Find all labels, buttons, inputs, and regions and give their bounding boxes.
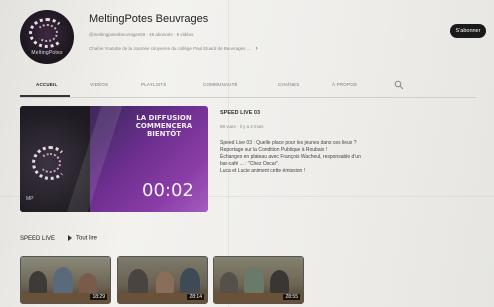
thumb-person bbox=[156, 271, 174, 295]
description-line: Reportage sur la Condition Publique à Ro… bbox=[220, 147, 328, 153]
channel-description-text: Chaîne Youtube de la Journée citoyenne d… bbox=[89, 46, 251, 51]
logo-swirl-inner bbox=[36, 24, 58, 42]
featured-video-stats: 89 vues · il y a 2 mois bbox=[220, 124, 264, 129]
thumb-person bbox=[220, 272, 238, 295]
video-thumbnail[interactable]: 18:29 bbox=[20, 256, 111, 304]
thumb-person bbox=[29, 271, 47, 295]
play-all-button[interactable]: Tout lire bbox=[68, 235, 97, 242]
play-all-label: Tout lire bbox=[76, 235, 98, 242]
channel-meta: @meltingpotesbeuvrages59 · 49 abonnés · … bbox=[89, 32, 194, 37]
tab-chaines[interactable]: CHAÎNES bbox=[278, 82, 299, 87]
description-line: Luca et Lucie animent cette émission ! bbox=[220, 168, 306, 174]
description-line: Speed Live 03 : Quelle place pour les je… bbox=[220, 140, 357, 146]
thumb-person bbox=[270, 270, 289, 295]
thumb-person bbox=[53, 267, 73, 295]
search-icon[interactable] bbox=[394, 80, 404, 90]
channel-name: MeltingPotes Beuvrages bbox=[89, 13, 209, 25]
featured-video-description: Speed Live 03 : Quelle place pour les je… bbox=[220, 140, 410, 175]
tab-a-propos[interactable]: À PROPOS bbox=[332, 82, 357, 87]
featured-video-thumbnail[interactable]: MP LA DIFFUSION COMMENCERA BIENTÔT 00:02 bbox=[20, 106, 208, 212]
video-thumbnail[interactable]: 28:14 bbox=[117, 256, 208, 304]
tab-videos[interactable]: VIDÉOS bbox=[90, 82, 108, 87]
tabs-divider bbox=[20, 97, 476, 98]
thumb-brand: MP bbox=[26, 196, 34, 202]
thumb-person bbox=[79, 273, 97, 295]
section-title[interactable]: SPEED LIVE bbox=[20, 236, 55, 242]
video-duration: 28:14 bbox=[187, 294, 204, 300]
subscribe-button[interactable]: S'abonner bbox=[450, 24, 486, 38]
tab-playlists[interactable]: PLAYLISTS bbox=[141, 82, 166, 87]
thumb-timer: 00:02 bbox=[142, 180, 194, 201]
featured-video-title[interactable]: SPEED LIVE 03 bbox=[220, 110, 260, 116]
thumb-person bbox=[244, 267, 264, 295]
description-line: bar-café ... : "Chez Oscar". bbox=[220, 161, 280, 167]
video-duration: 28:55 bbox=[283, 294, 300, 300]
channel-description[interactable]: Chaîne Youtube de la Journée citoyenne d… bbox=[89, 46, 258, 52]
avatar-brand-text: MeltingPotes bbox=[31, 50, 63, 56]
thumb-headline: LA DIFFUSION COMMENCERA BIENTÔT bbox=[135, 114, 193, 138]
channel-avatar[interactable]: MeltingPotes bbox=[20, 10, 74, 64]
tab-communaute[interactable]: COMMUNAUTÉ bbox=[203, 82, 238, 87]
description-line: Échanges en plateau avec François Wacheu… bbox=[220, 154, 361, 160]
tab-accueil[interactable]: ACCUEIL bbox=[36, 82, 57, 87]
video-duration: 18:29 bbox=[90, 294, 107, 300]
chevron-right-icon[interactable]: › bbox=[256, 46, 258, 52]
logo-swirl-inner bbox=[39, 153, 61, 173]
thumb-person bbox=[128, 269, 148, 295]
thumb-person bbox=[180, 268, 200, 295]
play-icon bbox=[68, 235, 72, 241]
channel-tabs: ACCUEIL VIDÉOS PLAYLISTS COMMUNAUTÉ CHAÎ… bbox=[20, 80, 490, 94]
video-thumbnail[interactable]: 28:55 bbox=[213, 256, 304, 304]
